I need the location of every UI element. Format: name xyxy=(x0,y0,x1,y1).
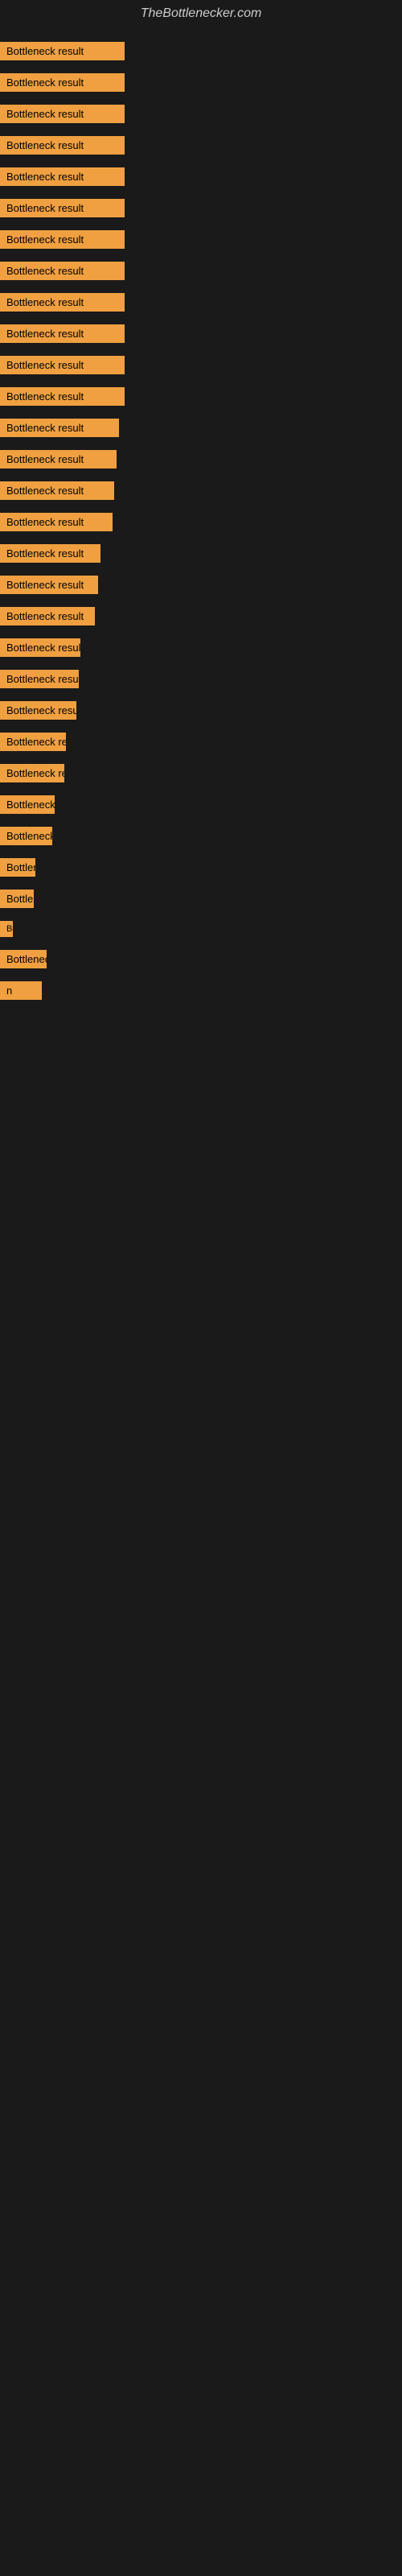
list-item: Bottleneck result xyxy=(0,35,402,67)
list-item: Bottleneck result xyxy=(0,632,402,663)
list-item: Bottleneck result xyxy=(0,695,402,726)
bottleneck-badge[interactable]: Bottleneck result xyxy=(0,544,100,563)
bottleneck-badge[interactable]: Bottleneck result xyxy=(0,387,125,406)
bottleneck-badge[interactable]: Bottleneck result xyxy=(0,105,125,123)
list-item: n xyxy=(0,975,402,1006)
bottleneck-badge[interactable]: Bottleneck result xyxy=(0,607,95,625)
bottleneck-badge[interactable]: Bottleneck result xyxy=(0,670,79,688)
bottleneck-badge[interactable]: Bottleneck result xyxy=(0,513,113,531)
list-item: Bottleneck result xyxy=(0,130,402,161)
bottleneck-badge[interactable]: Bottleneck result xyxy=(0,324,125,343)
list-item: Bottleneck result xyxy=(0,820,402,852)
site-title: TheBottlenecker.com xyxy=(0,0,402,27)
bottleneck-badge[interactable]: Bottleneck result xyxy=(0,921,13,937)
list-item: Bottleneck result xyxy=(0,663,402,695)
bottleneck-badge[interactable]: Bottleneck result xyxy=(0,230,125,249)
bottleneck-badge[interactable]: Bottleneck result xyxy=(0,136,125,155)
list-item: Bottleneck result xyxy=(0,852,402,883)
list-item: Bottleneck result xyxy=(0,475,402,506)
list-item: Bottleneck result xyxy=(0,67,402,98)
list-item: Bottleneck result xyxy=(0,318,402,349)
bottleneck-badge[interactable]: Bottleneck result xyxy=(0,827,52,845)
bottleneck-badge[interactable]: Bottleneck result xyxy=(0,356,125,374)
list-item: Bottleneck result xyxy=(0,726,402,758)
bottleneck-badge[interactable]: Bottleneck result xyxy=(0,701,76,720)
bottleneck-badge[interactable]: Bottleneck result xyxy=(0,73,125,92)
bottleneck-badge[interactable]: Bottleneck result xyxy=(0,167,125,186)
list-item: Bottleneck result xyxy=(0,569,402,601)
bottleneck-badge[interactable]: Bottleneck result xyxy=(0,450,117,469)
list-item: Bottleneck result xyxy=(0,943,402,975)
list-item: Bottleneck result xyxy=(0,98,402,130)
bottleneck-badge[interactable]: Bottleneck result xyxy=(0,795,55,814)
bottleneck-badge[interactable]: Bottleneck result xyxy=(0,890,34,908)
list-item: Bottleneck result xyxy=(0,601,402,632)
list-item: Bottleneck result xyxy=(0,412,402,444)
bottleneck-badge[interactable]: Bottleneck result xyxy=(0,262,125,280)
bottleneck-badge[interactable]: Bottleneck result xyxy=(0,638,80,657)
list-item: Bottleneck result xyxy=(0,914,402,943)
bottleneck-container: Bottleneck result Bottleneck result Bottle… xyxy=(0,27,402,1014)
list-item: Bottleneck result xyxy=(0,255,402,287)
bottleneck-badge[interactable]: Bottleneck result xyxy=(0,764,64,782)
list-item: Bottleneck result xyxy=(0,224,402,255)
list-item: Bottleneck result xyxy=(0,883,402,914)
bottleneck-badge[interactable]: Bottleneck result xyxy=(0,733,66,751)
bottleneck-badge[interactable]: Bottleneck result xyxy=(0,419,119,437)
bottleneck-badge[interactable]: Bottleneck result xyxy=(0,950,47,968)
page-wrapper: TheBottlenecker.com Bottleneck resultBot… xyxy=(0,0,402,1014)
list-item: Bottleneck result xyxy=(0,444,402,475)
list-item: Bottleneck result xyxy=(0,758,402,789)
list-item: Bottleneck result xyxy=(0,506,402,538)
list-item: Bottleneck result xyxy=(0,161,402,192)
bottleneck-badge[interactable]: Bottleneck result xyxy=(0,42,125,60)
bottleneck-badge[interactable]: Bottleneck result xyxy=(0,858,35,877)
bottleneck-badge[interactable]: Bottleneck result xyxy=(0,199,125,217)
list-item: Bottleneck result xyxy=(0,192,402,224)
bottleneck-badge[interactable]: Bottleneck result xyxy=(0,481,114,500)
list-item: Bottleneck result xyxy=(0,381,402,412)
list-item: Bottleneck result xyxy=(0,287,402,318)
bottleneck-badge[interactable]: Bottleneck result xyxy=(0,576,98,594)
list-item: Bottleneck result xyxy=(0,789,402,820)
bottleneck-badge[interactable]: n xyxy=(0,981,42,1000)
list-item: Bottleneck result xyxy=(0,349,402,381)
list-item: Bottleneck result xyxy=(0,538,402,569)
bottleneck-badge[interactable]: Bottleneck result xyxy=(0,293,125,312)
